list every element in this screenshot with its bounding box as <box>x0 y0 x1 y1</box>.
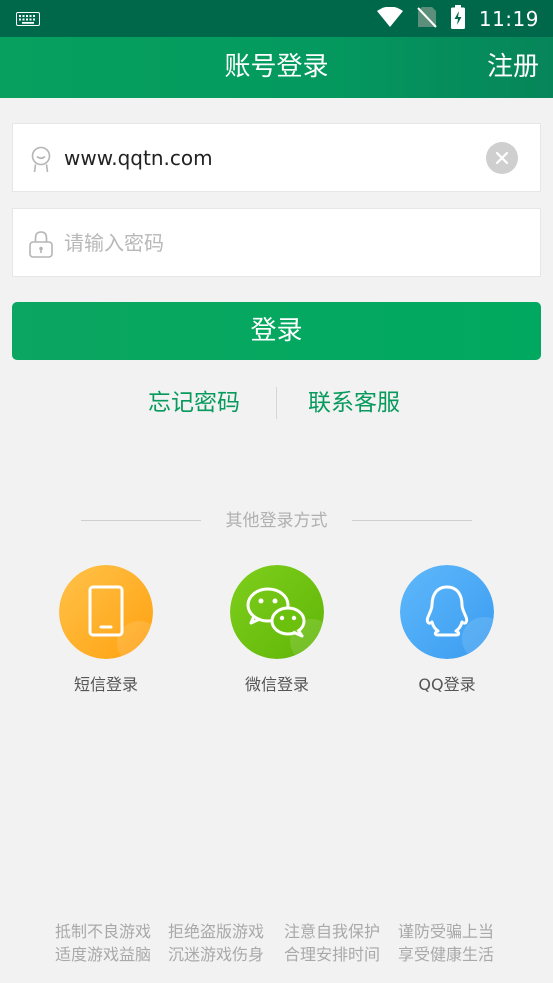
user-icon <box>27 145 55 173</box>
page-title: 账号登录 <box>224 52 329 82</box>
link-divider <box>276 387 277 419</box>
app-header: 账号登录 注册 <box>0 37 553 98</box>
no-sim-icon <box>417 6 437 32</box>
divider-line-right <box>352 520 472 521</box>
health-notice-line-2: 适度游戏益脑 沉迷游戏伤身 合理安排时间 享受健康生活 <box>0 941 553 965</box>
wechat-login-button[interactable]: 微信登录 <box>217 565 337 700</box>
username-field[interactable]: www.qqtn.com <box>12 123 541 192</box>
qq-login-button[interactable]: QQ登录 <box>387 565 507 700</box>
phone-icon <box>59 565 153 659</box>
register-button[interactable]: 注册 <box>487 37 539 98</box>
health-notice-line-1: 抵制不良游戏 拒绝盗版游戏 注意自我保护 谨防受骗上当 <box>0 918 553 942</box>
notice-text: 注意自我保护 <box>284 922 381 941</box>
wechat-login-label: 微信登录 <box>244 675 309 694</box>
notice-text: 拒绝盗版游戏 <box>168 922 265 941</box>
battery-charging-icon <box>450 4 465 33</box>
auxiliary-links: 忘记密码 联系客服 <box>0 383 553 423</box>
notice-text: 沉迷游戏伤身 <box>168 945 265 964</box>
clear-icon[interactable] <box>486 142 518 174</box>
sms-login-label: 短信登录 <box>73 675 138 694</box>
password-placeholder: 请输入密码 <box>64 231 164 255</box>
forgot-password-link[interactable]: 忘记密码 <box>148 383 240 423</box>
lock-icon <box>27 230 55 258</box>
qq-icon <box>400 565 494 659</box>
password-field[interactable]: 请输入密码 <box>12 208 541 277</box>
clock: 11:19 <box>478 6 539 31</box>
sms-login-button[interactable]: 短信登录 <box>46 565 166 700</box>
notice-text: 适度游戏益脑 <box>55 945 152 964</box>
status-bar: 11:19 <box>0 0 553 37</box>
other-login-title: 其他登录方式 <box>225 511 328 531</box>
wifi-icon <box>376 6 403 31</box>
notice-text: 合理安排时间 <box>284 945 381 964</box>
notice-text: 抵制不良游戏 <box>55 922 152 941</box>
wechat-icon <box>230 565 324 659</box>
login-button[interactable]: 登录 <box>12 302 541 360</box>
other-login-divider: 其他登录方式 <box>0 507 553 535</box>
notice-text: 享受健康生活 <box>398 945 495 964</box>
contact-service-link[interactable]: 联系客服 <box>308 383 400 423</box>
notice-text: 谨防受骗上当 <box>398 922 495 941</box>
qq-login-label: QQ登录 <box>418 675 476 694</box>
keyboard-icon <box>16 11 40 30</box>
username-value: www.qqtn.com <box>64 146 213 170</box>
